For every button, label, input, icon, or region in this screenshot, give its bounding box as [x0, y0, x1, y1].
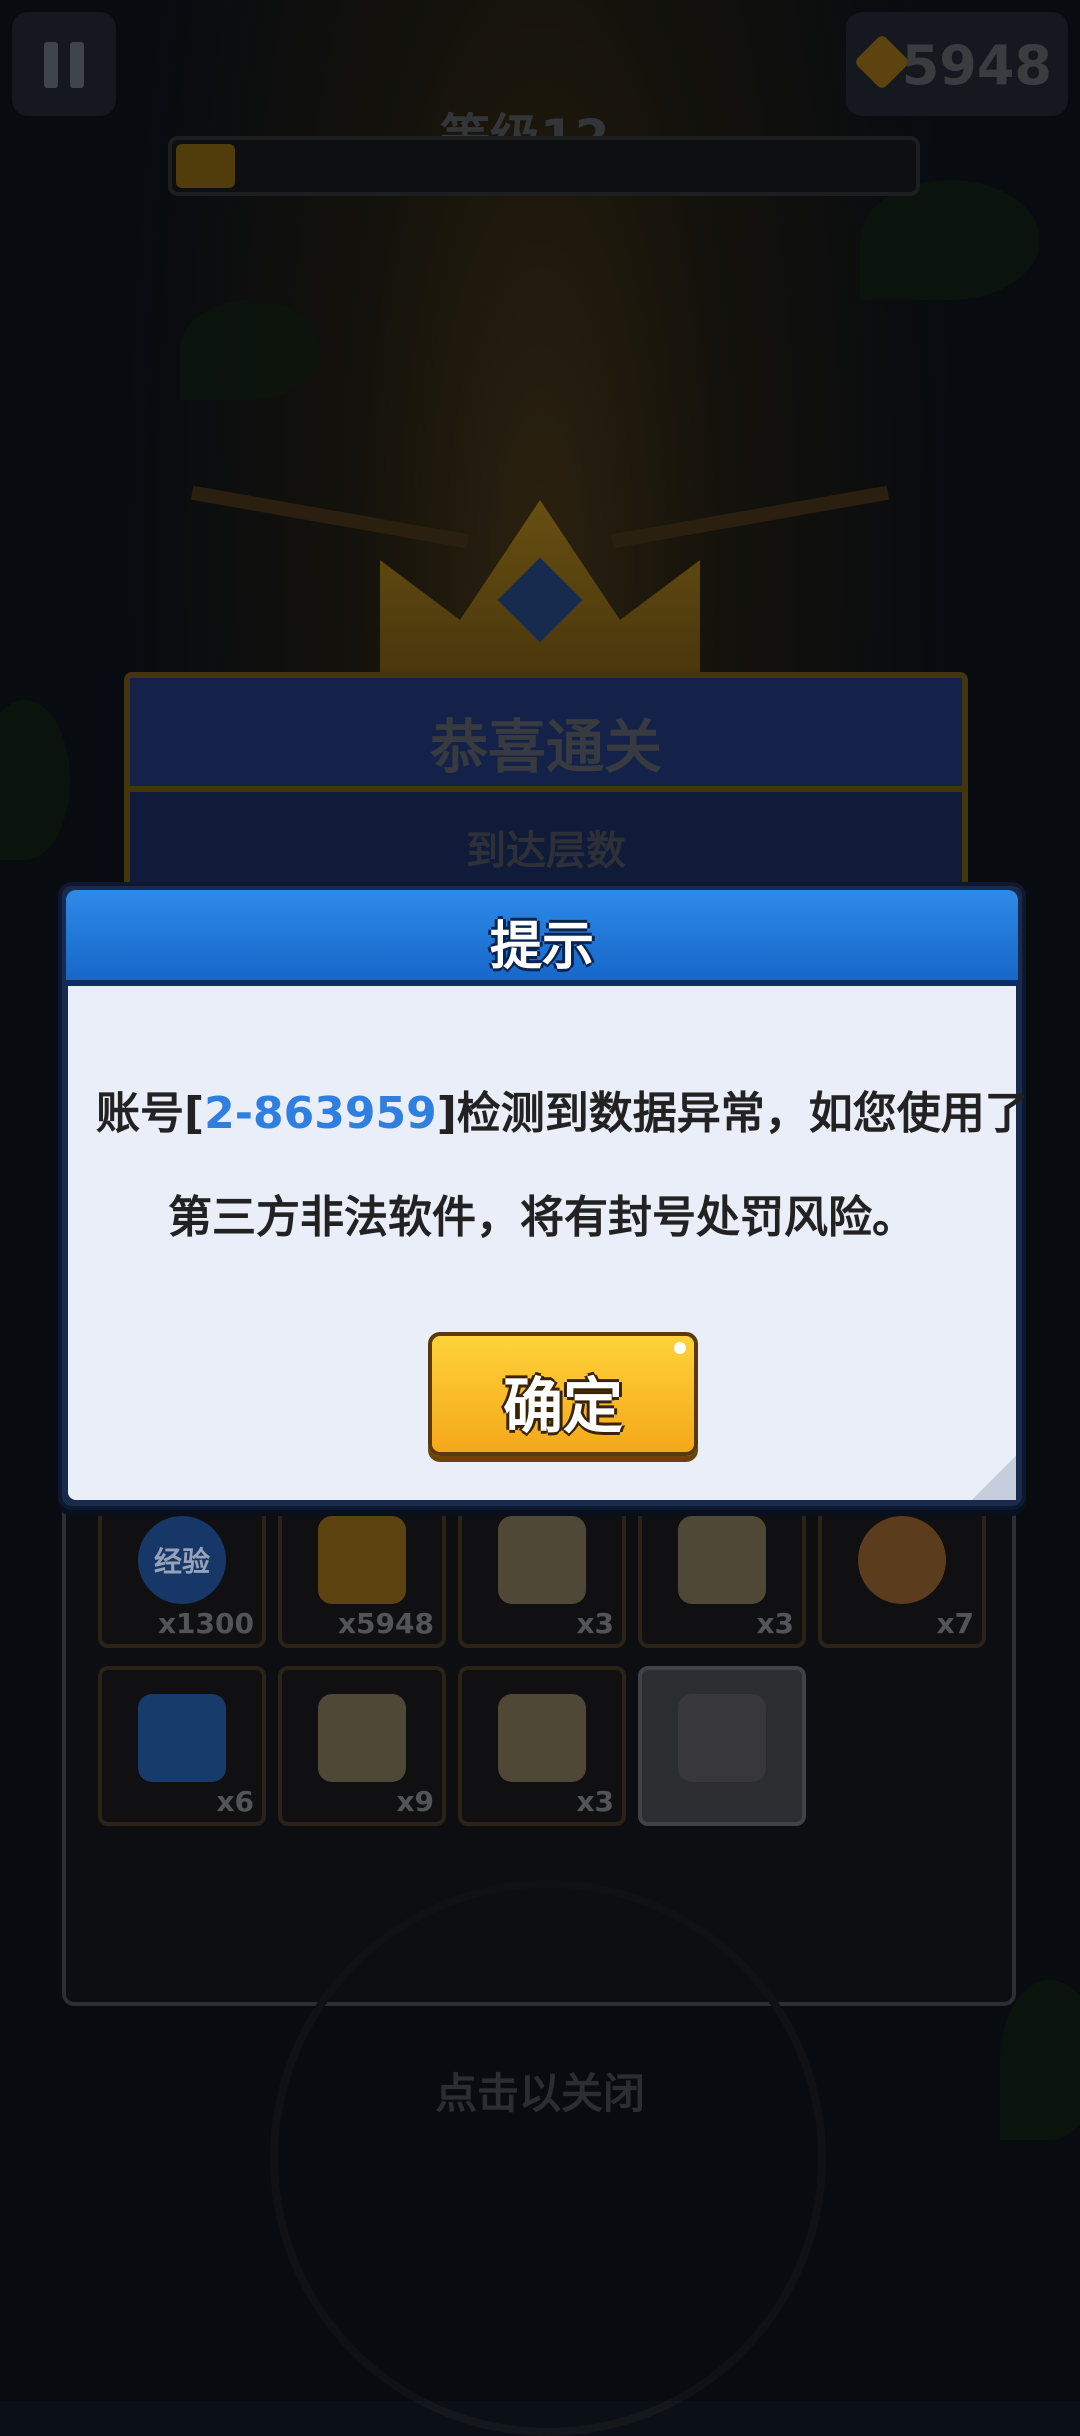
page-corner-fold — [972, 1456, 1016, 1500]
message-line-2: 第三方非法软件，将有封号处罚风险。 — [168, 1192, 916, 1243]
dialog-title: 提示 — [489, 917, 594, 977]
dialog-header: 提示 — [66, 890, 1018, 986]
confirm-label: 确定 — [503, 1372, 623, 1442]
button-shine — [674, 1342, 686, 1354]
message-line-1: 账号[2-863959]检测到数据异常，如您使用了 — [96, 1062, 1029, 1166]
account-id: 2-863959 — [204, 1088, 437, 1139]
message-mid: ]检测到数据异常，如您使用了 — [436, 1088, 1029, 1139]
dialog-body: 账号[2-863959]检测到数据异常，如您使用了 第三方非法软件，将有封号处罚… — [68, 986, 1029, 1500]
warning-dialog: 提示 账号[2-863959]检测到数据异常，如您使用了 第三方非法软件，将有封… — [58, 882, 1029, 1510]
message-prefix: 账号[ — [96, 1088, 205, 1139]
confirm-button[interactable]: 确定 — [428, 1332, 698, 1456]
dialog-message: 账号[2-863959]检测到数据异常，如您使用了 第三方非法软件，将有封号处罚… — [68, 1062, 1029, 1270]
